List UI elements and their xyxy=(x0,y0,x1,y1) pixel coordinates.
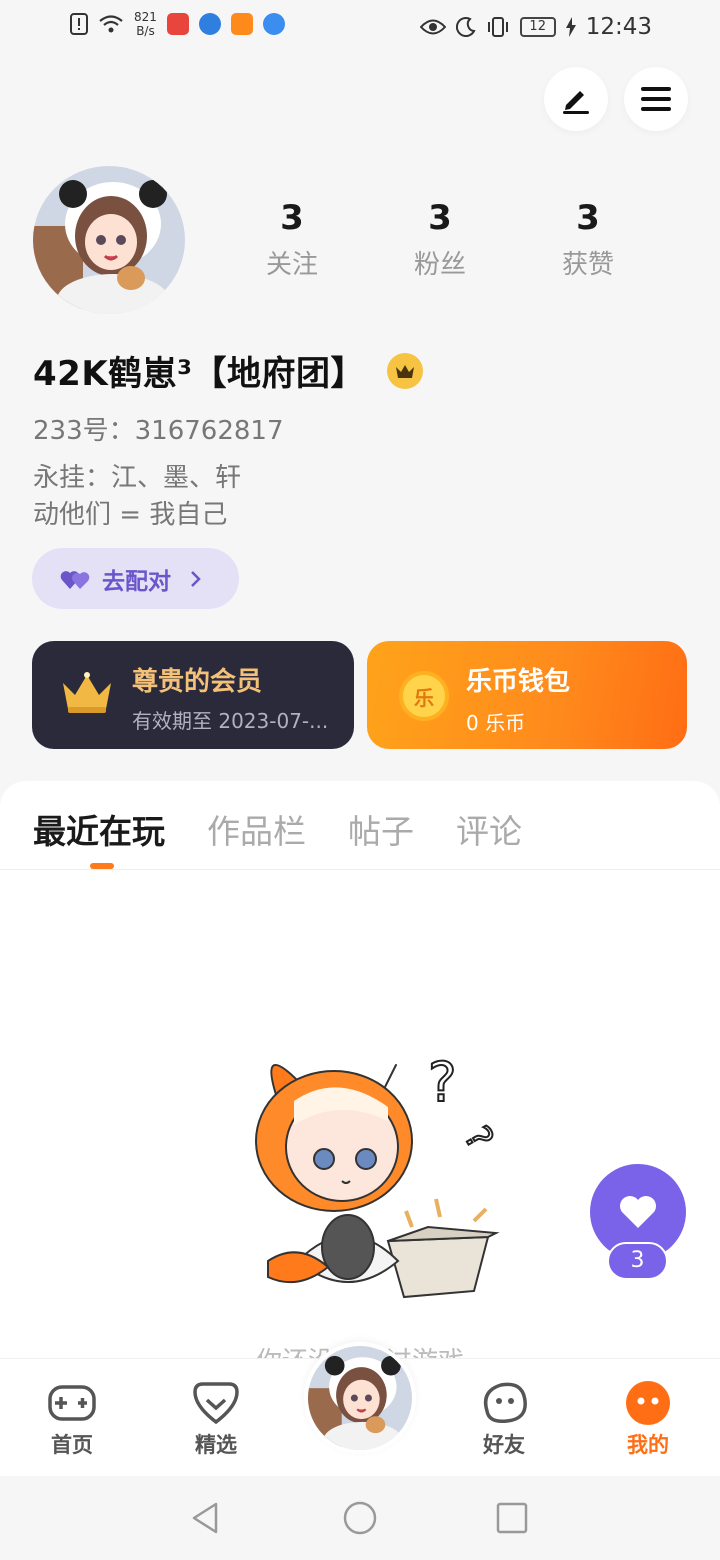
sim-alert-icon xyxy=(70,13,88,35)
tab-works[interactable]: 作品栏 xyxy=(207,805,306,853)
stat-value: 3 xyxy=(428,198,452,238)
nav-label: 精选 xyxy=(195,1433,237,1457)
chevron-right-icon xyxy=(191,570,201,587)
planet-icon xyxy=(479,1381,529,1425)
svg-text:?: ? xyxy=(428,1051,457,1114)
vip-title: 尊贵的会员 xyxy=(132,667,263,697)
moon-icon xyxy=(455,17,476,37)
pen-icon xyxy=(563,91,589,114)
back-icon[interactable] xyxy=(188,1500,224,1536)
crown-icon xyxy=(396,364,415,378)
net-speed: 821 B/s xyxy=(134,10,157,38)
nav-featured[interactable]: 精选 xyxy=(176,1381,256,1459)
status-bar: 821 B/s 12 12:43 xyxy=(0,0,720,56)
battery-indicator: 12 xyxy=(519,17,556,37)
heart-badge-icon xyxy=(191,1381,241,1425)
wallet-balance: 0 乐币 xyxy=(466,711,526,735)
bio-line: 永挂：江、墨、轩 xyxy=(33,463,242,493)
username-row: 42K鹤崽³【地府团】 xyxy=(33,346,424,395)
content-panel: 最近在玩 作品栏 帖子 评论 ? ? 你还没有玩过游戏 xyxy=(0,781,720,1421)
nav-friends[interactable]: 好友 xyxy=(464,1381,544,1459)
match-button[interactable]: 去配对 xyxy=(32,548,239,609)
tab-posts[interactable]: 帖子 xyxy=(348,805,414,853)
coin-icon: 乐 xyxy=(399,671,449,721)
stat-likes[interactable]: 3 获赞 xyxy=(514,196,662,281)
charging-icon xyxy=(565,17,576,37)
tab-recent[interactable]: 最近在玩 xyxy=(33,805,165,853)
app-notif-icon-1 xyxy=(166,13,189,35)
vip-expiry: 有效期至 2023-07-... xyxy=(132,709,329,733)
stat-label: 获赞 xyxy=(561,250,614,280)
empty-state-illustration: ? ? xyxy=(238,1041,518,1301)
svg-text:?: ? xyxy=(456,1120,501,1157)
vip-card[interactable]: 尊贵的会员 有效期至 2023-07-... xyxy=(32,641,354,749)
divider xyxy=(0,869,720,870)
avatar[interactable] xyxy=(33,166,185,314)
eye-icon xyxy=(419,19,446,35)
user-id: 233号：316762817 xyxy=(33,416,284,446)
vibrate-icon xyxy=(487,17,508,37)
stat-value: 3 xyxy=(576,198,600,238)
home-circle-icon[interactable] xyxy=(342,1500,378,1536)
nav-label: 好友 xyxy=(483,1433,525,1457)
username: 42K鹤崽³【地府团】 xyxy=(33,354,366,394)
stat-followers[interactable]: 3 粉丝 xyxy=(366,196,514,281)
nav-center-avatar[interactable] xyxy=(304,1342,416,1454)
bio: 永挂：江、墨、轩 动他们 = 我自己 xyxy=(33,460,241,534)
stat-label: 粉丝 xyxy=(413,250,466,280)
stat-following[interactable]: 3 关注 xyxy=(218,196,366,281)
gold-crown-icon xyxy=(63,672,111,713)
nav-home[interactable]: 首页 xyxy=(32,1381,112,1459)
recents-square-icon[interactable] xyxy=(494,1500,530,1536)
tab-comments[interactable]: 评论 xyxy=(456,805,522,853)
heart-icon xyxy=(620,1196,656,1228)
double-heart-icon xyxy=(60,570,90,589)
wallet-card[interactable]: 乐 乐币钱包 0 乐币 xyxy=(367,641,687,749)
menu-button[interactable] xyxy=(624,67,688,131)
face-icon xyxy=(623,1381,673,1425)
app-notif-icon-3 xyxy=(230,13,253,35)
app-notif-icon-2 xyxy=(198,13,221,35)
like-count-badge: 3 xyxy=(607,1242,668,1280)
status-right: 12 12:43 xyxy=(419,14,652,40)
coin-glyph: 乐 xyxy=(414,685,434,710)
wallet-title: 乐币钱包 xyxy=(466,667,571,697)
tab-bar: 最近在玩 作品栏 帖子 评论 xyxy=(33,805,522,853)
edit-profile-button[interactable] xyxy=(544,67,608,131)
stat-label: 关注 xyxy=(265,250,318,280)
app-notif-icon-4 xyxy=(262,13,285,35)
gamepad-icon xyxy=(47,1381,97,1425)
vip-badge[interactable] xyxy=(387,352,424,389)
nav-me[interactable]: 我的 xyxy=(608,1381,688,1459)
clock: 12:43 xyxy=(585,14,652,40)
wifi-icon xyxy=(99,15,123,33)
profile-stats: 3 关注 3 粉丝 3 获赞 xyxy=(218,196,662,281)
system-nav-bar xyxy=(0,1476,720,1560)
nav-label: 首页 xyxy=(51,1433,93,1457)
stat-value: 3 xyxy=(280,198,304,238)
match-label: 去配对 xyxy=(102,568,171,595)
bio-line: 动他们 = 我自己 xyxy=(33,500,228,530)
nav-label: 我的 xyxy=(627,1433,669,1457)
status-left: 821 B/s xyxy=(70,10,285,38)
hamburger-icon xyxy=(641,87,671,111)
